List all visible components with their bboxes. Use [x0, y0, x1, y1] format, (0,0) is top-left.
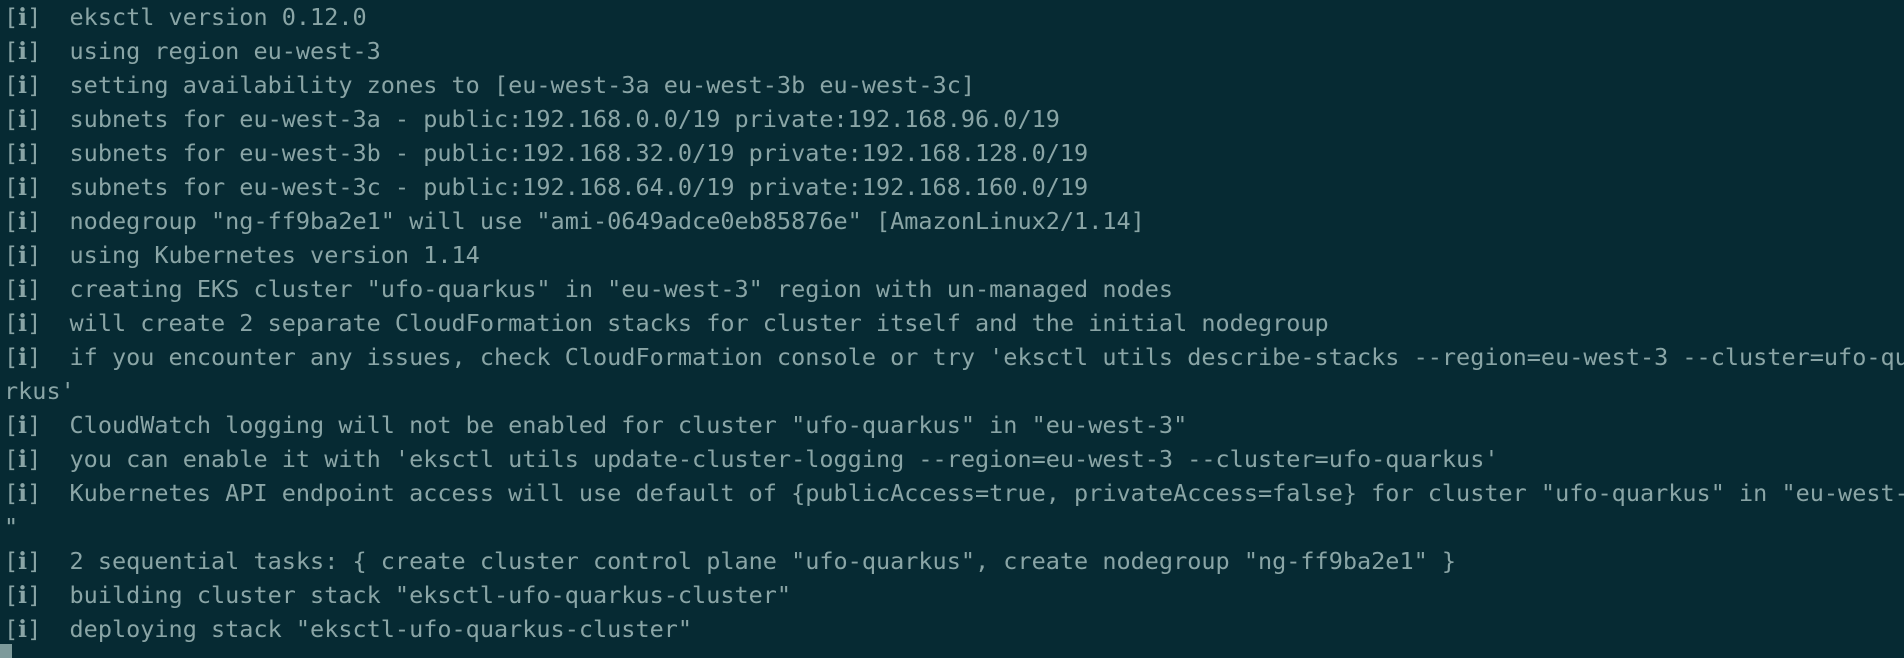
terminal-line: [ℹ] nodegroup "ng-ff9ba2e1" will use "am… [4, 207, 1145, 235]
terminal-line: [ℹ] eksctl version 0.12.0 [4, 3, 367, 31]
terminal-window[interactable]: [ℹ] eksctl version 0.12.0 [ℹ] using regi… [0, 0, 1904, 658]
terminal-cursor [0, 644, 12, 658]
terminal-line: [ℹ] if you encounter any issues, check C… [4, 343, 1904, 371]
terminal-line: [ℹ] creating EKS cluster "ufo-quarkus" i… [4, 275, 1174, 303]
terminal-line: [ℹ] 2 sequential tasks: { create cluster… [4, 547, 1457, 575]
terminal-line: [ℹ] subnets for eu-west-3a - public:192.… [4, 105, 1060, 133]
terminal-line: [ℹ] setting availability zones to [eu-we… [4, 71, 976, 99]
terminal-line: [ℹ] deploying stack "eksctl-ufo-quarkus-… [4, 615, 693, 643]
terminal-line: [ℹ] you can enable it with 'eksctl utils… [4, 445, 1499, 473]
terminal-line: [ℹ] will create 2 separate CloudFormatio… [4, 309, 1329, 337]
terminal-line: [ℹ] building cluster stack "eksctl-ufo-q… [4, 581, 792, 609]
terminal-line: [ℹ] subnets for eu-west-3b - public:192.… [4, 139, 1089, 167]
terminal-line: " [4, 513, 19, 541]
terminal-line: rkus' [4, 377, 75, 405]
terminal-line: [ℹ] CloudWatch logging will not be enabl… [4, 411, 1188, 439]
terminal-line: [ℹ] using region eu-west-3 [4, 37, 381, 65]
terminal-line: [ℹ] using Kubernetes version 1.14 [4, 241, 480, 269]
terminal-line: [ℹ] subnets for eu-west-3c - public:192.… [4, 173, 1089, 201]
terminal-line: [ℹ] Kubernetes API endpoint access will … [4, 479, 1904, 507]
